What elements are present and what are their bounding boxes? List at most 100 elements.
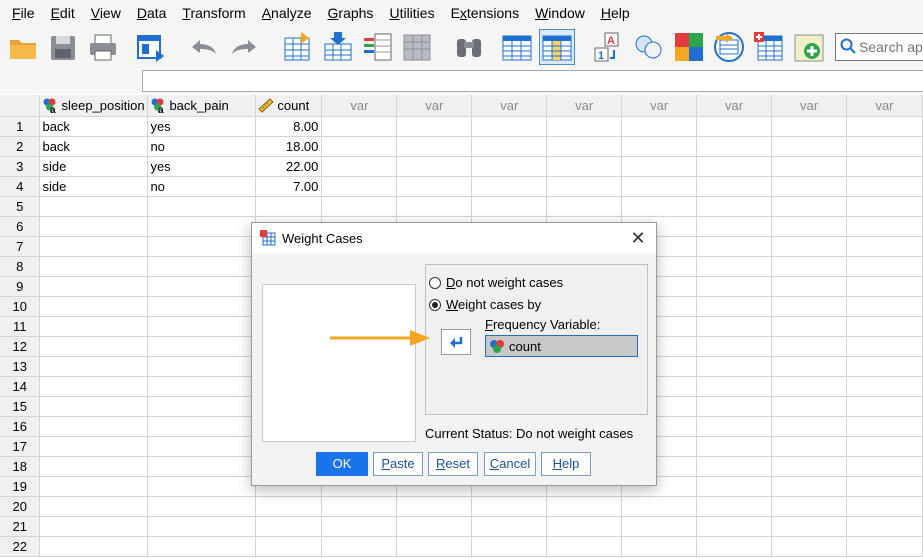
grid-cell[interactable] (147, 416, 257, 437)
grid-cell[interactable] (396, 536, 473, 557)
grid-cell[interactable] (846, 416, 923, 437)
grid-cell[interactable]: 18.00 (255, 136, 323, 157)
grid-cell[interactable] (621, 536, 698, 557)
column-header-var[interactable]: var (546, 95, 623, 117)
grid-cell[interactable] (147, 496, 257, 517)
grid-cell[interactable] (771, 196, 847, 217)
grid-cell[interactable] (771, 456, 847, 477)
grid-cell[interactable] (321, 196, 398, 217)
grid-cell[interactable] (546, 536, 623, 557)
row-number[interactable]: 6 (0, 216, 41, 237)
menu-analyze[interactable]: Analyze (254, 0, 320, 26)
grid-cell[interactable] (696, 356, 773, 377)
grid-cell[interactable] (39, 456, 149, 477)
grid-cell[interactable]: 22.00 (255, 156, 323, 177)
grid-cell[interactable] (846, 336, 923, 357)
grid-cell[interactable] (846, 296, 923, 317)
row-number[interactable]: 18 (0, 456, 41, 477)
grid-cell[interactable] (255, 196, 323, 217)
grid-cell[interactable] (846, 136, 923, 157)
row-number[interactable]: 14 (0, 376, 41, 397)
grid-cell[interactable] (39, 536, 149, 557)
column-header-var[interactable]: var (621, 95, 698, 117)
grid-cell[interactable] (39, 396, 149, 417)
grid-cell[interactable] (621, 136, 698, 157)
grid-cell[interactable] (696, 116, 773, 137)
grid-cell[interactable] (696, 276, 773, 297)
grid-cell[interactable] (846, 476, 923, 497)
row-number[interactable]: 12 (0, 336, 41, 357)
grid-cell[interactable] (846, 516, 923, 537)
variables-icon[interactable] (361, 30, 395, 64)
grid-cell[interactable] (147, 356, 257, 377)
radio-button[interactable] (429, 276, 441, 289)
grid-cell[interactable] (846, 196, 923, 217)
row-number[interactable]: 7 (0, 236, 41, 257)
grid-cell[interactable] (846, 496, 923, 517)
grid-cell[interactable] (771, 276, 847, 297)
undo-icon[interactable] (186, 30, 220, 64)
grid-cell[interactable] (771, 476, 847, 497)
grid-cell[interactable] (771, 416, 847, 437)
search-input[interactable] (859, 39, 923, 55)
weight-cases-icon[interactable] (752, 30, 786, 64)
grid-cell[interactable] (696, 436, 773, 457)
menu-window[interactable]: Window (527, 0, 593, 26)
cell-editor[interactable] (142, 70, 923, 92)
grid-cell[interactable] (321, 156, 398, 177)
grid-cell[interactable] (39, 296, 149, 317)
frequency-variable-field[interactable]: count (485, 335, 638, 357)
grid-cell[interactable] (846, 276, 923, 297)
grid-cell[interactable] (39, 276, 149, 297)
row-number[interactable]: 19 (0, 476, 41, 497)
reset-button[interactable]: Reset (428, 452, 478, 476)
ok-button[interactable]: OK (316, 452, 368, 476)
grid-cell[interactable] (396, 156, 473, 177)
grid-cell[interactable] (396, 496, 473, 517)
grid-cell[interactable] (771, 536, 847, 557)
grid-cell[interactable] (39, 376, 149, 397)
menu-extensions[interactable]: Extensions (443, 0, 528, 26)
grid-cell[interactable] (846, 236, 923, 257)
grid-cell[interactable] (39, 476, 149, 497)
grid-cell[interactable] (846, 456, 923, 477)
find-icon[interactable] (452, 30, 486, 64)
grid-cell[interactable] (696, 496, 773, 517)
grid-cell[interactable] (396, 136, 473, 157)
grid-cell[interactable] (846, 176, 923, 197)
grid-cell[interactable] (696, 136, 773, 157)
row-number[interactable]: 15 (0, 396, 41, 417)
grid-cell[interactable] (846, 376, 923, 397)
grid-cell[interactable] (771, 296, 847, 317)
insert-cases-icon[interactable] (500, 30, 534, 64)
weight-cases-by-option[interactable]: Weight cases by (429, 297, 541, 312)
grid-cell[interactable] (321, 516, 398, 537)
grid-cell[interactable] (846, 216, 923, 237)
row-number[interactable]: 9 (0, 276, 41, 297)
grid-cell[interactable] (147, 236, 257, 257)
redo-icon[interactable] (228, 30, 262, 64)
grid-cell[interactable]: no (147, 136, 257, 157)
grid-cell[interactable] (471, 136, 548, 157)
dialog-titlebar[interactable]: Weight Cases ✕ (252, 223, 656, 253)
save-icon[interactable] (46, 30, 80, 64)
insert-variable-icon[interactable] (539, 29, 575, 65)
grid-cell[interactable] (39, 256, 149, 277)
grid-cell[interactable] (147, 516, 257, 537)
run-descriptives-icon[interactable] (400, 30, 434, 64)
split-file-icon[interactable] (672, 30, 706, 64)
grid-cell[interactable] (396, 516, 473, 537)
grid-cell[interactable] (846, 536, 923, 557)
column-header-back-pain[interactable]: a back_pain (147, 95, 257, 117)
menu-transform[interactable]: Transform (174, 0, 253, 26)
grid-cell[interactable] (321, 136, 398, 157)
grid-cell[interactable] (621, 496, 698, 517)
do-not-weight-option[interactable]: Do not weight cases (429, 275, 563, 290)
grid-cell[interactable] (771, 116, 847, 137)
grid-cell[interactable] (846, 116, 923, 137)
grid-cell[interactable]: yes (147, 156, 257, 177)
grid-cell[interactable] (396, 196, 473, 217)
grid-cell[interactable] (255, 536, 323, 557)
grid-cell[interactable]: side (39, 176, 149, 197)
grid-cell[interactable] (771, 316, 847, 337)
